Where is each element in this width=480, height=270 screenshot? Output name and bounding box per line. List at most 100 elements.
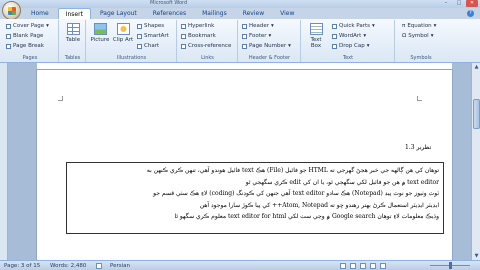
paragraph-line: ٽوٽ وٺيوز جو نوٽ پيڊ (Notepad) هڪ سادو t… bbox=[153, 190, 439, 197]
page-break-button[interactable]: Page Break bbox=[6, 43, 44, 49]
pi-icon: π bbox=[402, 23, 406, 29]
paragraph-line: text editor ۾ هن جو فائيل لکي سگهجي ٿو، … bbox=[245, 178, 439, 186]
chart-button[interactable]: Chart bbox=[137, 43, 159, 49]
vertical-scrollbar[interactable]: ▲ ▼ bbox=[471, 63, 480, 260]
header-icon bbox=[242, 23, 247, 29]
bookmark-button[interactable]: Bookmark bbox=[181, 33, 216, 39]
window-title: Microsoft Word bbox=[150, 0, 188, 6]
group-pages: Cover Page ▾ Blank Page Page Break Pages bbox=[2, 20, 59, 62]
horizontal-ruler bbox=[37, 63, 452, 70]
footer-button[interactable]: Footer ▾ bbox=[242, 33, 271, 39]
page-break-icon bbox=[6, 43, 11, 49]
scroll-up-icon[interactable]: ▲ bbox=[472, 63, 480, 71]
paragraph-line: توهان کي هن ڳالهه جي خبر هجڻ گهرجي ته HT… bbox=[146, 167, 439, 174]
group-illustrations: Picture Clip Art Shapes SmartArt Chart I… bbox=[87, 20, 177, 62]
group-label-illustrations: Illustrations bbox=[116, 55, 147, 61]
symbol-label: Symbol bbox=[408, 33, 429, 39]
blank-page-button[interactable]: Blank Page bbox=[6, 33, 43, 39]
equation-button[interactable]: π Equation ▾ bbox=[402, 23, 436, 29]
picture-button[interactable]: Picture bbox=[89, 23, 111, 43]
footer-label: Footer bbox=[249, 33, 267, 39]
tab-view[interactable]: View bbox=[273, 8, 301, 19]
group-links: Hyperlink Bookmark Cross-reference Links bbox=[178, 20, 238, 62]
proofing-icon[interactable] bbox=[96, 263, 102, 269]
shapes-icon bbox=[137, 23, 142, 29]
equation-label: Equation bbox=[407, 23, 432, 29]
group-label-tables: Tables bbox=[64, 55, 81, 61]
tab-review[interactable]: Review bbox=[236, 8, 271, 19]
bookmark-icon bbox=[181, 33, 186, 39]
drop-cap-label: Drop Cap bbox=[339, 43, 365, 49]
cover-page-label: Cover Page bbox=[13, 23, 45, 29]
outline-icon[interactable] bbox=[370, 263, 376, 269]
page-break-label: Page Break bbox=[13, 43, 44, 49]
group-text: Text Box Quick Parts ▾ WordArt ▾ Drop Ca… bbox=[302, 20, 395, 62]
smartart-icon bbox=[137, 33, 142, 39]
maximize-icon[interactable]: □ bbox=[453, 0, 465, 7]
quick-parts-button[interactable]: Quick Parts ▾ bbox=[332, 23, 375, 29]
smartart-button[interactable]: SmartArt bbox=[137, 33, 169, 39]
text-box-button[interactable]: Text Box bbox=[305, 23, 327, 49]
title-bar: Microsoft Word – □ ✕ bbox=[0, 0, 480, 8]
shapes-label: Shapes bbox=[144, 23, 165, 29]
wordart-button[interactable]: WordArt ▾ bbox=[332, 33, 366, 39]
status-bar: Page: 3 of 15 Words: 2,480 Persian bbox=[0, 260, 480, 270]
symbol-button[interactable]: Ω Symbol ▾ bbox=[402, 33, 433, 39]
scroll-down-icon[interactable]: ▼ bbox=[472, 252, 480, 260]
tab-insert[interactable]: Insert bbox=[57, 8, 91, 19]
draft-icon[interactable] bbox=[380, 263, 386, 269]
wordart-icon bbox=[332, 33, 337, 39]
language-indicator[interactable]: Persian bbox=[110, 263, 130, 269]
web-layout-icon[interactable] bbox=[360, 263, 366, 269]
text-box[interactable]: توهان کي هن ڳالهه جي خبر هجڻ گهرجي ته HT… bbox=[66, 162, 444, 234]
full-screen-icon[interactable] bbox=[350, 263, 356, 269]
picture-label: Picture bbox=[90, 37, 110, 43]
hyperlink-label: Hyperlink bbox=[188, 23, 215, 29]
ribbon: Cover Page ▾ Blank Page Page Break Pages… bbox=[0, 19, 480, 63]
group-symbols: π Equation ▾ Ω Symbol ▾ Symbols bbox=[396, 20, 446, 62]
hyperlink-button[interactable]: Hyperlink bbox=[181, 23, 214, 29]
smartart-label: SmartArt bbox=[144, 33, 169, 39]
section-heading[interactable]: 1.3 تظرير bbox=[405, 144, 431, 151]
table-button[interactable]: Table bbox=[62, 23, 84, 43]
omega-icon: Ω bbox=[402, 33, 407, 39]
clip-art-label: Clip Art bbox=[112, 37, 134, 43]
print-layout-icon[interactable] bbox=[340, 263, 346, 269]
tab-home[interactable]: Home bbox=[24, 8, 56, 19]
tab-page-layout[interactable]: Page Layout bbox=[93, 8, 144, 19]
tab-references[interactable]: References bbox=[146, 8, 193, 19]
scroll-thumb[interactable] bbox=[473, 99, 480, 129]
text-box-icon bbox=[309, 23, 323, 35]
page-number-button[interactable]: Page Number ▾ bbox=[242, 43, 291, 49]
wordart-label: WordArt bbox=[339, 33, 362, 39]
cross-reference-icon bbox=[181, 43, 186, 49]
cross-reference-button[interactable]: Cross-reference bbox=[181, 43, 231, 49]
table-icon bbox=[66, 23, 80, 35]
clip-art-icon bbox=[116, 23, 130, 35]
zoom-thumb[interactable] bbox=[449, 262, 452, 269]
table-label: Table bbox=[65, 37, 81, 43]
header-label: Header bbox=[249, 23, 270, 29]
office-button[interactable] bbox=[2, 1, 21, 20]
header-button[interactable]: Header ▾ bbox=[242, 23, 274, 29]
page-count[interactable]: Page: 3 of 15 bbox=[4, 263, 40, 269]
tab-mailings[interactable]: Mailings bbox=[195, 8, 234, 19]
group-label-pages: Pages bbox=[22, 55, 38, 61]
shapes-button[interactable]: Shapes bbox=[137, 23, 164, 29]
vertical-ruler bbox=[0, 63, 8, 260]
minimize-icon[interactable]: – bbox=[440, 0, 452, 7]
word-count[interactable]: Words: 2,480 bbox=[50, 263, 86, 269]
window-controls: – □ ✕ bbox=[440, 0, 478, 7]
group-label-text: Text bbox=[342, 55, 354, 61]
cover-page-button[interactable]: Cover Page ▾ bbox=[6, 23, 49, 29]
close-icon[interactable]: ✕ bbox=[466, 0, 478, 7]
drop-cap-button[interactable]: Drop Cap ▾ bbox=[332, 43, 369, 49]
blank-page-icon bbox=[6, 33, 11, 39]
page-number-icon bbox=[242, 43, 247, 49]
quick-parts-label: Quick Parts bbox=[339, 23, 371, 29]
footer-icon bbox=[242, 33, 247, 39]
blank-page-label: Blank Page bbox=[13, 33, 44, 39]
clip-art-button[interactable]: Clip Art bbox=[112, 23, 134, 43]
help-icon[interactable]: ? bbox=[467, 10, 474, 17]
cover-page-icon bbox=[6, 23, 11, 29]
